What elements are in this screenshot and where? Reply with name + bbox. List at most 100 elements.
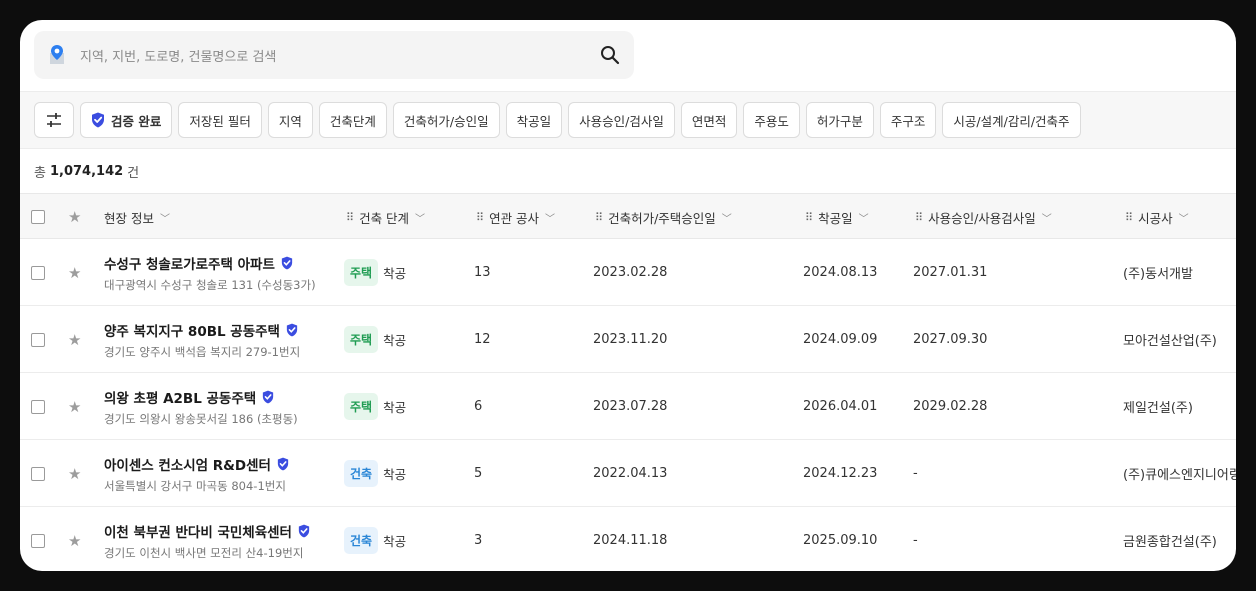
stage-text: 착공 [383, 534, 407, 549]
use-badge: 건축 [344, 460, 379, 487]
filter-floor-area[interactable]: 연면적 [680, 102, 738, 138]
column-builder[interactable]: ⠿ 시공사 ﹀ [1125, 194, 1189, 240]
drag-handle-icon[interactable]: ⠿ [346, 211, 354, 224]
approval-date: 2029.02.28 [913, 399, 988, 414]
filter-permit-date[interactable]: 건축허가/승인일 [392, 102, 500, 138]
verified-shield-icon [286, 323, 298, 336]
builder-name: 모아건설산업(주) [1123, 334, 1217, 349]
table-row[interactable]: ★ 의왕 초평 A2BL 공동주택 경기도 의왕시 왕송못서길 186 (초평동… [20, 373, 1236, 440]
builder-name: (주)동서개발 [1123, 267, 1193, 282]
start-date: 2026.04.01 [803, 399, 878, 414]
filter-main-structure[interactable]: 주구조 [879, 102, 937, 138]
drag-handle-icon[interactable]: ⠿ [805, 211, 813, 224]
filter-saved[interactable]: 저장된 필터 [178, 102, 262, 138]
verified-shield-icon [277, 457, 289, 470]
star-icon[interactable]: ★ [68, 331, 81, 349]
column-stage[interactable]: ⠿ 건축 단계 ﹀ [346, 194, 425, 240]
row-checkbox-cell [31, 507, 45, 571]
row-star-cell: ★ [68, 507, 81, 571]
row-checkbox-cell [31, 440, 45, 507]
permit-date: 2022.04.13 [593, 466, 668, 481]
chevron-down-icon: ﹀ [721, 213, 732, 225]
site-info[interactable]: 양주 복지지구 80BL 공동주택 경기도 양주시 백석읍 복지리 279-1번… [104, 306, 300, 373]
filter-settings-button[interactable] [34, 102, 74, 138]
row-checkbox[interactable] [31, 533, 45, 548]
column-builder-label: 시공사 [1138, 210, 1173, 226]
table-row[interactable]: ★ 양주 복지지구 80BL 공동주택 경기도 양주시 백석읍 복지리 279-… [20, 306, 1236, 373]
header-star-cell: ★ [68, 194, 81, 240]
column-approval-label: 사용승인/사용검사일 [928, 210, 1036, 226]
site-info[interactable]: 의왕 초평 A2BL 공동주택 경기도 의왕시 왕송못서길 186 (초평동) [104, 373, 298, 440]
approval-date: - [913, 466, 918, 481]
filter-permit-type[interactable]: 허가구분 [805, 102, 874, 138]
total-suffix: 건 [127, 165, 140, 181]
column-start[interactable]: ⠿ 착공일 ﹀ [805, 194, 869, 240]
filter-main-use[interactable]: 주용도 [743, 102, 800, 138]
row-star-cell: ★ [68, 239, 81, 306]
row-checkbox[interactable] [31, 265, 45, 280]
drag-handle-icon[interactable]: ⠿ [595, 211, 603, 224]
start-date: 2024.12.23 [803, 466, 878, 481]
row-star-cell: ★ [68, 440, 81, 507]
star-icon[interactable]: ★ [68, 264, 81, 282]
filter-region[interactable]: 지역 [267, 102, 313, 138]
table-row[interactable]: ★ 아이센스 컨소시엄 R&D센터 서울특별시 강서구 마곡동 804-1번지 … [20, 440, 1236, 507]
drag-handle-icon[interactable]: ⠿ [1125, 211, 1133, 224]
stage-cell: 건축 착공 [344, 440, 406, 507]
related-count: 5 [474, 466, 483, 481]
related-count: 3 [474, 533, 483, 548]
table-row[interactable]: ★ 수성구 청솔로가로주택 아파트 대구광역시 수성구 청솔로 131 (수성동… [20, 239, 1236, 306]
verified-filter-button[interactable]: 검증 완료 [80, 102, 173, 138]
column-approval[interactable]: ⠿ 사용승인/사용검사일 ﹀ [915, 194, 1052, 240]
verified-shield-icon [298, 524, 310, 537]
chevron-down-icon: ﹀ [858, 213, 869, 225]
site-name-text: 아이센스 컨소시엄 R&D센터 [104, 457, 271, 474]
column-site[interactable]: 현장 정보 ﹀ [104, 194, 170, 240]
app-window: 지역, 지번, 도로명, 건물명으로 검색 검증 완료 저장된 필터 지역 건축… [20, 20, 1236, 571]
total-number: 1,074,142 [49, 163, 124, 179]
site-info[interactable]: 이천 북부권 반다비 국민체육센터 경기도 이천시 백사면 모전리 산4-19번… [104, 507, 310, 571]
column-related-label: 연관 공사 [489, 210, 540, 226]
stage-cell: 건축 착공 [344, 507, 406, 571]
related-count: 13 [474, 265, 491, 280]
select-all-checkbox-cell [31, 194, 45, 240]
start-date: 2024.09.09 [803, 332, 878, 347]
filter-bar: 검증 완료 저장된 필터 지역 건축단계 건축허가/승인일 착공일 사용승인/검… [20, 91, 1236, 149]
star-icon[interactable]: ★ [68, 532, 81, 550]
site-name: 아이센스 컨소시엄 R&D센터 [104, 454, 289, 474]
row-star-cell: ★ [68, 306, 81, 373]
filter-contractors[interactable]: 시공/설계/감리/건축주 [942, 102, 1081, 138]
star-icon[interactable]: ★ [68, 208, 81, 226]
filter-approval-date[interactable]: 사용승인/검사일 [568, 102, 675, 138]
permit-date: 2023.02.28 [593, 265, 668, 280]
star-icon[interactable]: ★ [68, 465, 81, 483]
table-row[interactable]: ★ 이천 북부권 반다비 국민체육센터 경기도 이천시 백사면 모전리 산4-1… [20, 507, 1236, 571]
row-checkbox[interactable] [31, 399, 45, 414]
chevron-down-icon: ﹀ [159, 213, 170, 225]
column-site-label: 현장 정보 [104, 210, 154, 226]
site-name: 수성구 청솔로가로주택 아파트 [104, 253, 293, 273]
drag-handle-icon[interactable]: ⠿ [915, 211, 923, 224]
site-info[interactable]: 아이센스 컨소시엄 R&D센터 서울특별시 강서구 마곡동 804-1번지 [104, 440, 289, 507]
verified-shield-icon [263, 390, 274, 403]
stage-cell: 주택 착공 [344, 239, 406, 306]
column-related[interactable]: ⠿ 연관 공사 ﹀ [476, 194, 555, 240]
use-badge: 주택 [344, 393, 379, 420]
column-permit[interactable]: ⠿ 건축허가/주택승인일 ﹀ [595, 194, 732, 240]
chevron-down-icon: ﹀ [545, 213, 556, 225]
select-all-checkbox[interactable] [31, 210, 45, 224]
row-checkbox[interactable] [31, 332, 45, 347]
filter-construction-stage[interactable]: 건축단계 [318, 102, 387, 138]
total-count: 총 1,074,142 건 [20, 149, 1236, 193]
row-checkbox-cell [31, 306, 45, 373]
row-checkbox[interactable] [31, 466, 45, 481]
drag-handle-icon[interactable]: ⠿ [476, 211, 484, 224]
builder-name: 제일건설(주) [1123, 401, 1193, 416]
site-info[interactable]: 수성구 청솔로가로주택 아파트 대구광역시 수성구 청솔로 131 (수성동3가… [104, 239, 316, 306]
search-input[interactable]: 지역, 지번, 도로명, 건물명으로 검색 [34, 31, 634, 79]
filter-start-date[interactable]: 착공일 [505, 102, 563, 138]
search-icon[interactable] [598, 43, 622, 67]
star-icon[interactable]: ★ [68, 398, 81, 416]
chevron-down-icon: ﹀ [415, 213, 426, 225]
approval-date: 2027.01.31 [913, 265, 988, 280]
